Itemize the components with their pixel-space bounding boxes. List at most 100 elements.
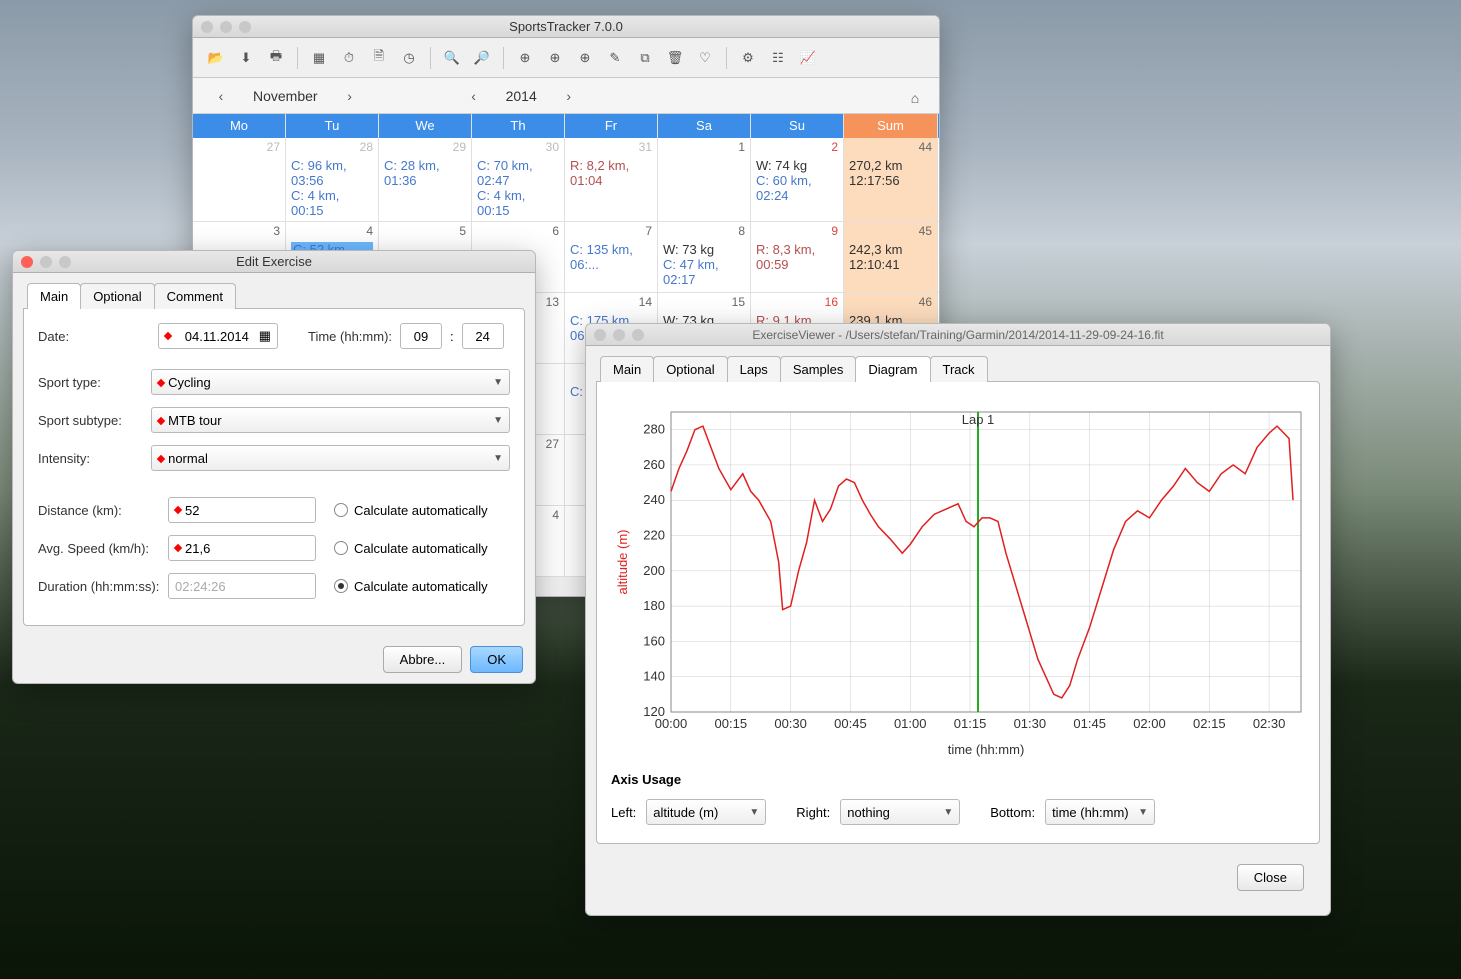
dist-calc-label: Calculate automatically — [354, 503, 488, 518]
tab-samples[interactable]: Samples — [780, 356, 857, 382]
calendar-cell[interactable]: 1 — [658, 138, 751, 221]
duration-input[interactable]: 02:24:26 — [168, 573, 316, 599]
calendar-cell[interactable]: 2W: 74 kgC: 60 km, 02:24 — [751, 138, 844, 221]
prev-month-button[interactable]: ‹ — [209, 84, 233, 108]
subtype-select[interactable]: MTB tour▼ — [151, 407, 510, 433]
svg-text:280: 280 — [643, 422, 665, 437]
dist-calc-radio[interactable] — [334, 503, 348, 517]
svg-text:260: 260 — [643, 457, 665, 472]
month-navbar: ‹ November › ‹ 2014 › ⌂ — [193, 78, 939, 114]
edit-icon[interactable]: ✎ — [602, 45, 628, 71]
sport-select[interactable]: Cycling▼ — [151, 369, 510, 395]
calendar-header: MoTuWeThFrSaSuSum — [193, 114, 939, 138]
zoom-in-icon[interactable]: 🔍 — [439, 45, 465, 71]
next-year-button[interactable]: › — [557, 84, 581, 108]
svg-text:02:30: 02:30 — [1253, 716, 1286, 731]
dur-calc-radio[interactable] — [334, 579, 348, 593]
traffic-lights[interactable] — [21, 256, 71, 268]
edit-title: Edit Exercise — [236, 254, 312, 269]
calendar-cell[interactable]: 9R: 8,3 km, 00:59 — [751, 222, 844, 292]
calendar-cell[interactable]: 8W: 73 kgC: 47 km, 02:17 — [658, 222, 751, 292]
tab-main[interactable]: Main — [600, 356, 654, 382]
traffic-lights[interactable] — [201, 21, 251, 33]
right-axis-select[interactable]: nothing▼ — [840, 799, 960, 825]
chart-icon[interactable]: 📈 — [795, 45, 821, 71]
list-icon[interactable]: 🗎 — [366, 45, 392, 71]
time-hour-input[interactable] — [400, 323, 442, 349]
bottom-axis-label: Bottom: — [990, 805, 1035, 820]
tab-comment[interactable]: Comment — [154, 283, 236, 309]
tab-track[interactable]: Track — [930, 356, 988, 382]
calendar-cell[interactable]: 27 — [193, 138, 286, 221]
next-month-button[interactable]: › — [338, 84, 362, 108]
clock-icon[interactable]: ◷ — [396, 45, 422, 71]
home-icon[interactable]: ⌂ — [903, 86, 927, 110]
svg-text:02:00: 02:00 — [1133, 716, 1166, 731]
viewer-titlebar: ExerciseViewer - /Users/stefan/Training/… — [586, 324, 1330, 346]
calendar-cell[interactable]: 30C: 70 km, 02:47C: 4 km, 00:15 — [472, 138, 565, 221]
trash-icon[interactable]: 🗑 — [662, 45, 688, 71]
ok-button[interactable]: OK — [470, 646, 523, 673]
exercise-viewer-window: ExerciseViewer - /Users/stefan/Training/… — [585, 323, 1331, 916]
svg-text:01:30: 01:30 — [1014, 716, 1047, 731]
tab-laps[interactable]: Laps — [727, 356, 781, 382]
date-input[interactable]: 04.11.2014▦ — [158, 323, 278, 349]
abbr-button[interactable]: Abbre... — [383, 646, 463, 673]
tab-optional[interactable]: Optional — [653, 356, 727, 382]
svg-text:180: 180 — [643, 598, 665, 613]
calendar-cell[interactable]: 44270,2 km12:17:56 — [844, 138, 938, 221]
calendar-picker-icon[interactable]: ▦ — [259, 328, 271, 344]
speed-calc-label: Calculate automatically — [354, 541, 488, 556]
add3-icon[interactable]: ⊕ — [572, 45, 598, 71]
calendar-cell[interactable]: 7C: 135 km, 06:... — [565, 222, 658, 292]
viewer-tabs: MainOptionalLapsSamplesDiagramTrack — [600, 356, 1330, 382]
month-label: November — [253, 88, 318, 104]
calendar-cell[interactable]: 45242,3 km12:10:41 — [844, 222, 938, 292]
year-label: 2014 — [506, 88, 537, 104]
speed-calc-radio[interactable] — [334, 541, 348, 555]
svg-text:00:45: 00:45 — [834, 716, 867, 731]
heart-icon[interactable]: ♡ — [692, 45, 718, 71]
svg-text:time (hh:mm): time (hh:mm) — [948, 742, 1025, 757]
time-min-input[interactable] — [462, 323, 504, 349]
dur-calc-label: Calculate automatically — [354, 579, 488, 594]
add2-icon[interactable]: ⊕ — [542, 45, 568, 71]
intensity-label: Intensity: — [38, 451, 151, 466]
calendar-icon[interactable]: ▦ — [306, 45, 332, 71]
add-icon[interactable]: ⊕ — [512, 45, 538, 71]
left-axis-select[interactable]: altitude (m)▼ — [646, 799, 766, 825]
svg-text:00:30: 00:30 — [774, 716, 807, 731]
traffic-lights[interactable] — [594, 329, 644, 341]
calendar-cell[interactable]: 29C: 28 km, 01:36 — [379, 138, 472, 221]
speed-input[interactable]: 21,6 — [168, 535, 316, 561]
copy-icon[interactable]: ⧉ — [632, 45, 658, 71]
tab-diagram[interactable]: Diagram — [855, 356, 930, 382]
close-button[interactable]: Close — [1237, 864, 1304, 891]
day-header: Tu — [286, 114, 379, 138]
gear-icon[interactable]: ⚙ — [735, 45, 761, 71]
time-label: Time (hh:mm): — [308, 329, 392, 344]
save-icon[interactable]: ⬇ — [233, 45, 259, 71]
svg-text:02:15: 02:15 — [1193, 716, 1226, 731]
calendar-cell[interactable]: 28C: 96 km, 03:56C: 4 km, 00:15 — [286, 138, 379, 221]
tab-main[interactable]: Main — [27, 283, 81, 309]
app-title: SportsTracker 7.0.0 — [509, 19, 623, 34]
zoom-out-icon[interactable]: 🔎 — [469, 45, 495, 71]
altitude-chart: 12014016018020022024026028000:0000:1500:… — [611, 402, 1305, 762]
distance-input[interactable]: 52 — [168, 497, 316, 523]
day-header: Sum — [844, 114, 938, 138]
speed-label: Avg. Speed (km/h): — [38, 541, 168, 556]
open-icon[interactable]: 📂 — [203, 45, 229, 71]
svg-text:01:00: 01:00 — [894, 716, 927, 731]
day-header: Fr — [565, 114, 658, 138]
dur-label: Duration (hh:mm:ss): — [38, 579, 168, 594]
intensity-select[interactable]: normal▼ — [151, 445, 510, 471]
print-icon[interactable]: 🖶 — [263, 45, 289, 71]
bars-icon[interactable]: ☷ — [765, 45, 791, 71]
calendar-cell[interactable]: 31R: 8,2 km, 01:04 — [565, 138, 658, 221]
tab-optional[interactable]: Optional — [80, 283, 154, 309]
svg-text:140: 140 — [643, 669, 665, 684]
prev-year-button[interactable]: ‹ — [462, 84, 486, 108]
bottom-axis-select[interactable]: time (hh:mm)▼ — [1045, 799, 1155, 825]
stopwatch-icon[interactable]: ⏱ — [336, 45, 362, 71]
